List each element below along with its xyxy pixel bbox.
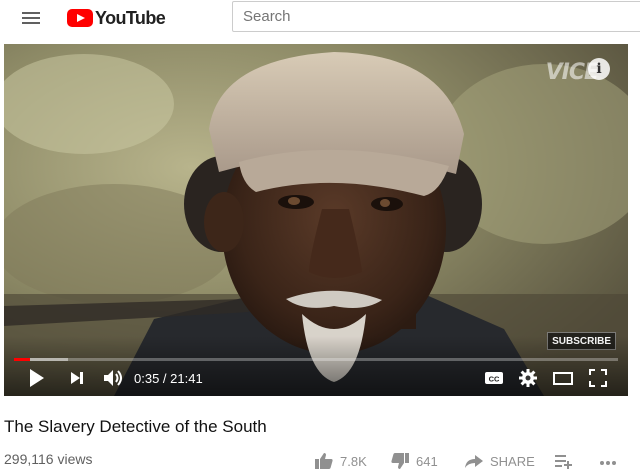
dislike-count: 641 xyxy=(416,453,438,469)
gear-icon[interactable] xyxy=(518,367,538,389)
dislike-button[interactable]: 641 xyxy=(390,449,438,473)
search-input[interactable] xyxy=(243,2,640,31)
play-icon[interactable] xyxy=(28,367,46,389)
volume-icon[interactable] xyxy=(102,367,126,389)
share-button[interactable]: SHARE xyxy=(464,449,535,473)
view-count: 299,116 views xyxy=(4,451,93,467)
like-button[interactable]: 7.8K xyxy=(314,449,367,473)
youtube-play-logo-icon xyxy=(67,9,93,27)
like-count: 7.8K xyxy=(340,453,367,469)
video-player[interactable]: VICE i SUBSCRIBE 0:35 / 21:41 CC xyxy=(4,44,628,396)
more-actions-button[interactable] xyxy=(598,449,618,473)
search-box[interactable] xyxy=(232,1,640,32)
masthead: YouTube xyxy=(0,0,640,36)
share-icon xyxy=(465,455,483,468)
time-display: 0:35 / 21:41 xyxy=(134,371,203,386)
progress-played xyxy=(14,358,31,361)
thumbs-up-icon xyxy=(315,453,333,469)
more-icon xyxy=(600,461,616,465)
logo-text: YouTube xyxy=(95,7,166,28)
save-to-playlist-button[interactable] xyxy=(554,449,574,473)
youtube-watch-page: YouTube Search VICE i 0:35 / 21:41 CC Th… xyxy=(0,0,640,476)
svg-text:CC: CC xyxy=(489,375,500,384)
hamburger-menu-icon[interactable] xyxy=(20,9,42,27)
fullscreen-icon[interactable] xyxy=(588,367,608,389)
progress-bar[interactable] xyxy=(14,358,618,361)
video-title: The Slavery Detective of the South xyxy=(4,417,267,436)
info-icon[interactable]: i xyxy=(588,58,610,80)
closed-captions-icon[interactable]: CC xyxy=(484,367,504,389)
thumbs-down-icon xyxy=(391,453,409,469)
skip-next-icon[interactable] xyxy=(68,367,86,389)
theater-mode-icon[interactable] xyxy=(552,367,574,389)
youtube-logo[interactable]: YouTube xyxy=(67,7,166,29)
add-to-playlist-icon xyxy=(555,455,572,469)
share-label: SHARE xyxy=(490,453,535,469)
